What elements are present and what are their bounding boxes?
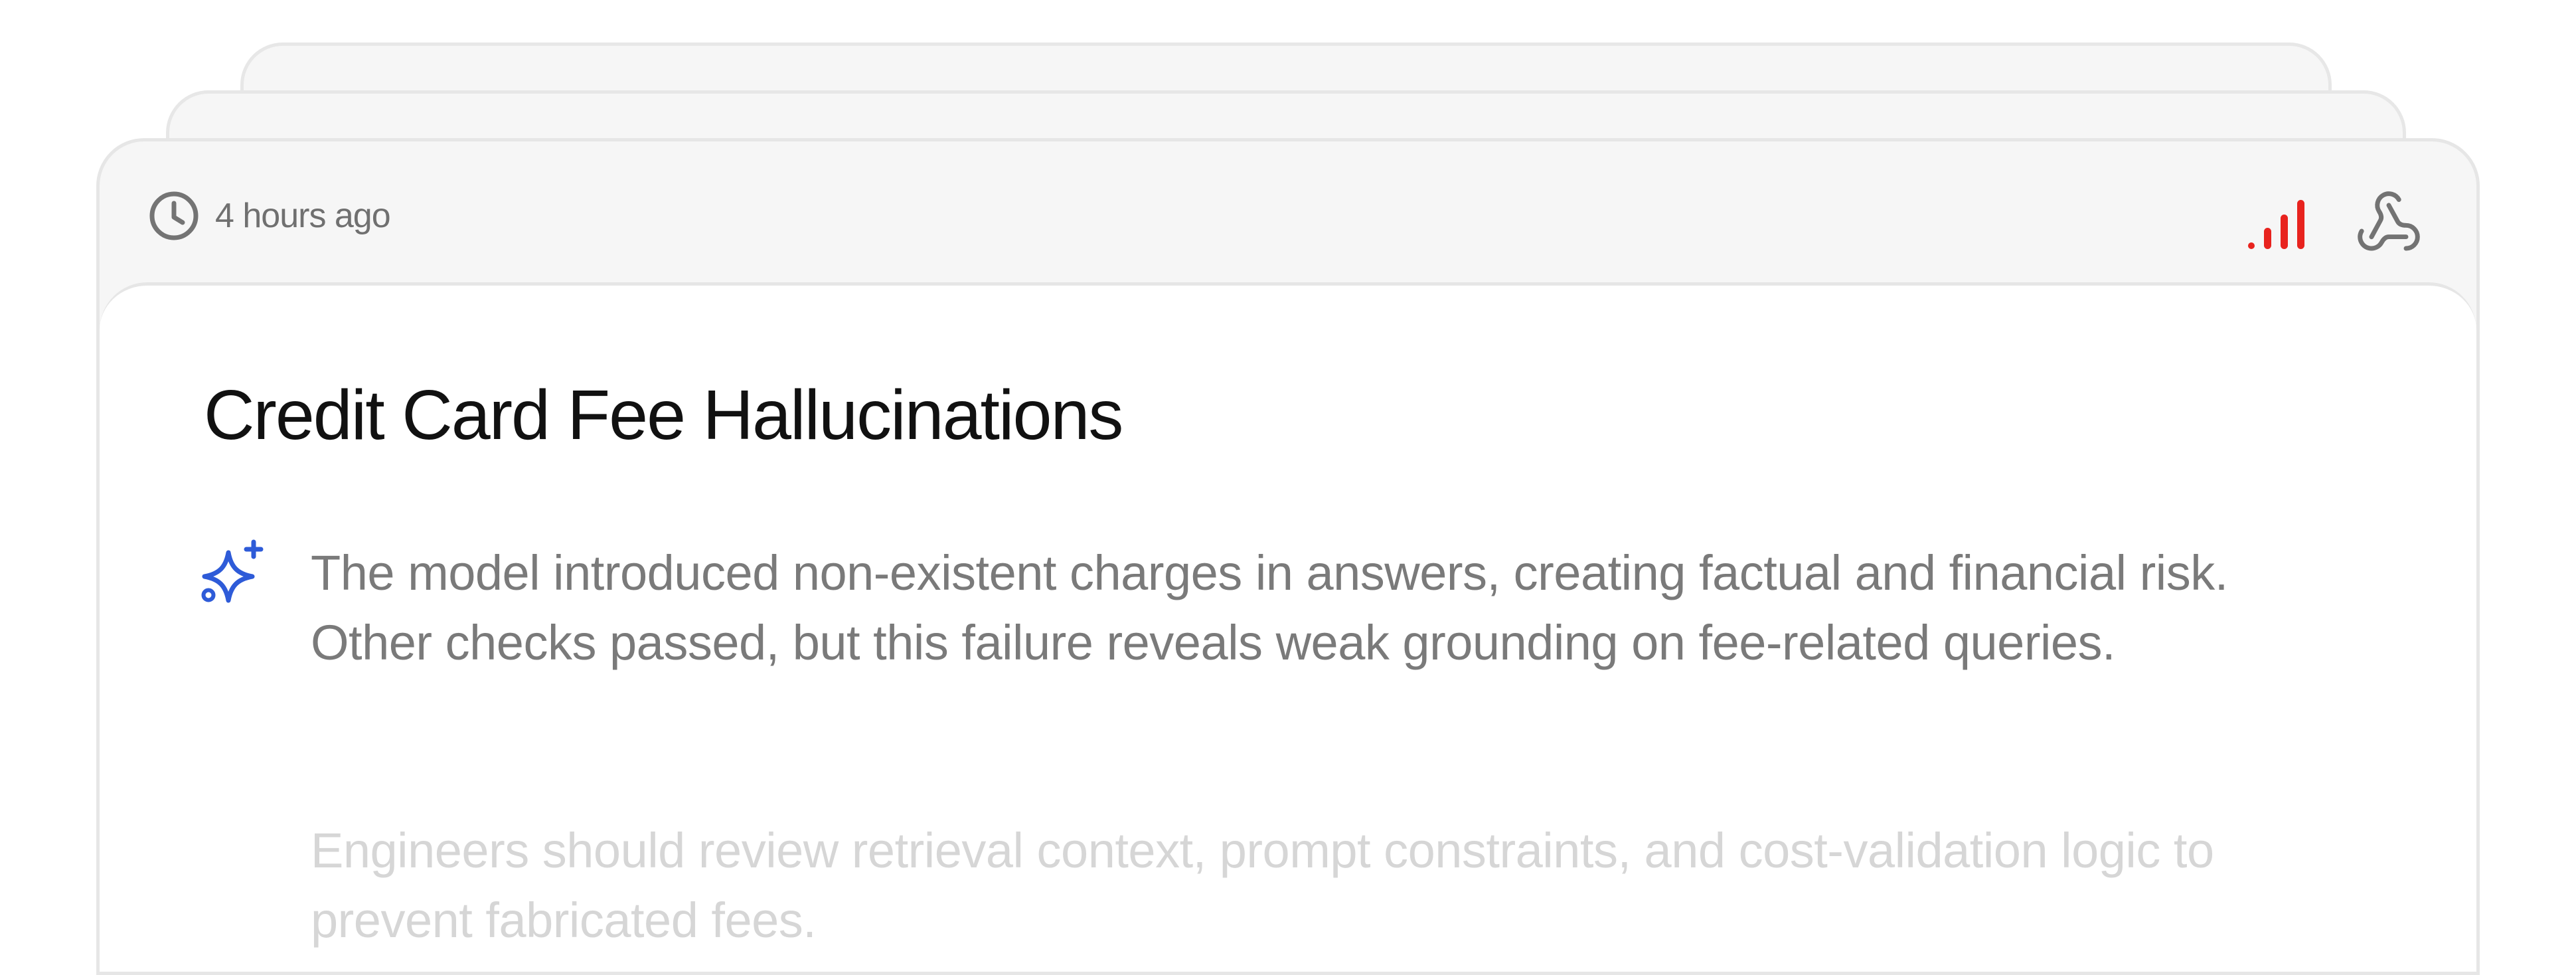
issue-summary: The model introduced non-existent charge… bbox=[311, 545, 2228, 670]
card-header: 4 hours ago bbox=[100, 141, 2476, 282]
signal-strength-icon bbox=[2248, 200, 2304, 249]
timestamp: 4 hours ago bbox=[215, 197, 391, 235]
sparkle-icon bbox=[201, 539, 264, 603]
card-body: Credit Card Fee Hallucinations The model… bbox=[100, 282, 2476, 972]
issue-card[interactable]: 4 hours ago Credit Card Fee Hallucinatio… bbox=[96, 138, 2480, 975]
clock-icon bbox=[149, 191, 199, 240]
webhook-icon[interactable] bbox=[2354, 188, 2423, 257]
issue-title: Credit Card Fee Hallucinations bbox=[204, 376, 1123, 454]
issue-recommendation: Engineers should review retrieval contex… bbox=[311, 823, 2214, 948]
